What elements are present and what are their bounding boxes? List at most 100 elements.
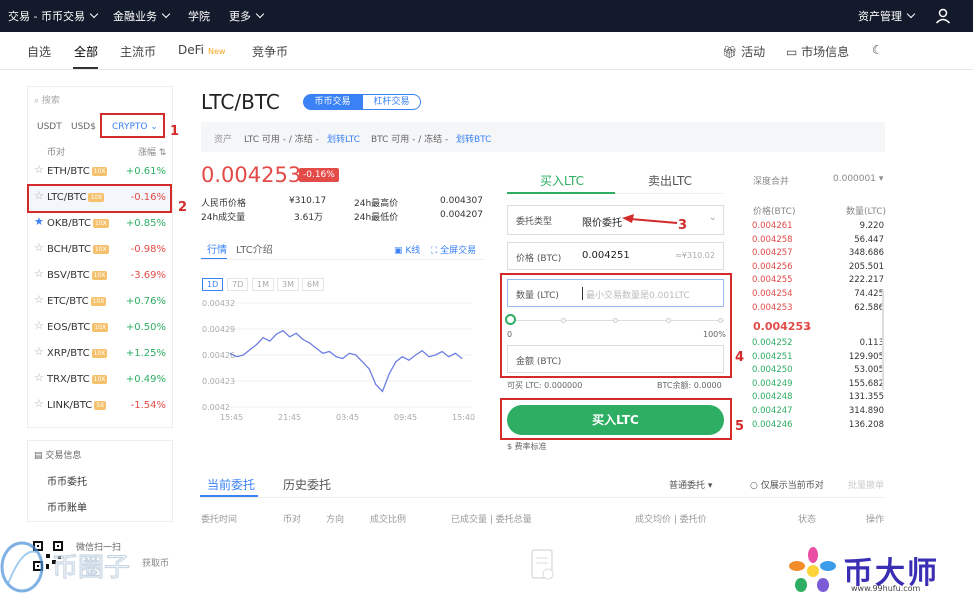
market-info-link[interactable]: ▭ 市场信息 — [786, 43, 849, 60]
asset-bar: 资产 LTC 可用 - / 冻结 - 划转LTC BTC 可用 - / 冻结 -… — [201, 122, 885, 152]
tab-usdt[interactable]: USDT — [37, 122, 62, 132]
book-quantity: 129.905 — [848, 351, 884, 362]
pair-title: LTC/BTC — [201, 90, 280, 114]
bid-row[interactable]: 0.004251 129.905 — [752, 352, 884, 365]
bid-row[interactable]: 0.004246 136.208 — [752, 420, 884, 433]
ask-row[interactable]: 0.004261 9.220 — [752, 221, 884, 234]
pair-row[interactable]: ☆ ETC/BTC 10X +0.76% — [28, 289, 172, 315]
dark-mode-icon[interactable]: ☾ — [872, 43, 883, 57]
high-value: 0.004307 — [440, 196, 483, 206]
nav-academy-link[interactable]: 学院 — [188, 8, 210, 24]
nav-trade-menu[interactable]: 交易 - 币币交易 — [8, 8, 99, 24]
tab-sell-ltc[interactable]: 卖出LTC — [648, 172, 692, 189]
book-price: 0.004254 — [752, 289, 793, 299]
pair-row[interactable]: ☆ EOS/BTC 10X +0.50% — [28, 315, 172, 341]
ask-row[interactable]: 0.004253 62.586 — [752, 303, 884, 316]
star-icon[interactable]: ☆ — [34, 398, 44, 409]
tab-all[interactable]: 全部 — [74, 43, 98, 60]
nav-finance-menu[interactable]: 金融业务 — [113, 8, 171, 24]
asset-management-menu[interactable]: 资产管理 — [858, 8, 916, 24]
price-point — [229, 352, 231, 354]
ask-row[interactable]: 0.004255 222.217 — [752, 275, 884, 288]
tab-usd[interactable]: USD$ — [71, 122, 96, 132]
spot-bills-link[interactable]: 币币账单 — [47, 499, 87, 514]
fullscreen-trade-link[interactable]: ⛶ 全屏交易 — [431, 243, 476, 256]
order-type-filter[interactable]: 普通委托 ▾ — [669, 478, 712, 491]
range-button-6m[interactable]: 6M — [302, 278, 324, 291]
annotation-box-4 — [500, 273, 732, 378]
annotation-label-2: 2 — [178, 200, 188, 215]
transfer-ltc-link[interactable]: 划转LTC — [327, 132, 360, 145]
tab-favorites[interactable]: 自选 — [27, 43, 51, 60]
star-icon[interactable]: ☆ — [34, 242, 44, 253]
ask-row[interactable]: 0.004258 56.447 — [752, 235, 884, 248]
tab-defi[interactable]: DeFi New — [178, 43, 225, 57]
ask-row[interactable]: 0.004254 74.425 — [752, 289, 884, 302]
price-point — [282, 330, 284, 332]
star-icon[interactable]: ☆ — [34, 164, 44, 175]
star-filled-icon[interactable]: ★ — [34, 216, 44, 227]
fee-standard-link[interactable]: $ 费率标准 — [507, 441, 547, 452]
market-category-tabs: 自选 全部 主流币 DeFi New 竞争币 🎁︎ 活动 ▭ 市场信息 ☾ — [0, 32, 973, 70]
pair-change: -3.69% — [130, 270, 166, 281]
tab-history-orders[interactable]: 历史委托 — [283, 476, 331, 493]
bid-row[interactable]: 0.004250 53.005 — [752, 365, 884, 378]
batch-cancel-button[interactable]: 批量撤单 — [848, 478, 884, 491]
bid-row[interactable]: 0.004249 155.682 — [752, 379, 884, 392]
ask-row[interactable]: 0.004257 348.686 — [752, 248, 884, 261]
range-button-1m[interactable]: 1M — [252, 278, 274, 291]
activity-link[interactable]: 🎁︎ 活动 — [722, 43, 765, 60]
nav-more-menu[interactable]: 更多 — [229, 8, 265, 24]
order-type-select[interactable]: 委托类型 限价委托 ⌄ — [507, 205, 724, 235]
transfer-btc-link[interactable]: 划转BTC — [456, 132, 491, 145]
star-icon[interactable]: ☆ — [34, 372, 44, 383]
pair-row[interactable]: ☆ TRX/BTC 10X +0.49% — [28, 367, 172, 393]
tab-current-orders[interactable]: 当前委托 — [207, 476, 255, 493]
ask-row[interactable]: 0.004256 205.501 — [752, 262, 884, 275]
price-input[interactable]: 价格 (BTC) 0.004251 ≈¥310.02 — [507, 242, 724, 270]
bid-row[interactable]: 0.004252 0.113 — [752, 338, 884, 351]
user-icon[interactable] — [935, 8, 951, 24]
ltc-balance: LTC 可用 - / 冻结 - — [244, 135, 319, 145]
star-icon[interactable]: ☆ — [34, 320, 44, 331]
spot-orders-link[interactable]: 币币委托 — [47, 473, 87, 488]
orderbook-scrollbar[interactable] — [882, 290, 884, 390]
pair-row[interactable]: ☆ ETH/BTC 10X +0.61% — [28, 159, 172, 185]
pair-row[interactable]: ★ OKB/BTC 10X +0.85% — [28, 211, 172, 237]
col-qty-header: 数量(LTC) — [846, 207, 887, 217]
pair-row[interactable]: ☆ XRP/BTC 10X +1.25% — [28, 341, 172, 367]
pair-symbol: ETC/BTC — [47, 296, 89, 307]
top-navigation-bar: 交易 - 币币交易 金融业务 学院 更多 资产管理 — [0, 0, 973, 32]
pair-row[interactable]: ☆ BCH/BTC 10X -0.98% — [28, 237, 172, 263]
book-quantity: 74.425 — [854, 289, 884, 299]
col-change-header[interactable]: 涨幅 ⇅ — [138, 145, 166, 158]
tab-market-chart[interactable]: 行情 — [207, 241, 227, 256]
star-icon[interactable]: ☆ — [34, 294, 44, 305]
star-icon[interactable]: ☆ — [34, 346, 44, 357]
range-button-3m[interactable]: 3M — [277, 278, 299, 291]
leverage-badge: 10X — [93, 218, 109, 228]
pair-row[interactable]: ☆ LINK/BTC 5X -1.54% — [28, 393, 172, 419]
bid-row[interactable]: 0.004247 314.890 — [752, 406, 884, 419]
price-point — [289, 336, 291, 338]
tab-buy-ltc[interactable]: 买入LTC — [540, 172, 584, 189]
pair-symbol: OKB/BTC — [47, 218, 92, 229]
range-button-7d[interactable]: 7D — [227, 278, 249, 291]
tab-mainstream[interactable]: 主流币 — [120, 43, 156, 60]
tab-margin-trading[interactable]: 杠杆交易 — [362, 94, 421, 110]
only-current-pair-checkbox[interactable]: ○ 仅展示当前币对 — [750, 478, 824, 491]
flower-logo-icon — [789, 547, 836, 592]
pair-row[interactable]: ☆ BSV/BTC 10X -3.69% — [28, 263, 172, 289]
range-button-1d[interactable]: 1D — [202, 278, 224, 291]
depth-merge-select[interactable]: 0.000001 ▾ — [833, 174, 883, 184]
star-icon[interactable]: ☆ — [34, 268, 44, 279]
price-point — [441, 351, 443, 352]
book-quantity: 348.686 — [848, 248, 884, 259]
price-point — [375, 384, 377, 385]
search-input[interactable]: ⌕ 搜索 — [34, 93, 60, 106]
kline-link[interactable]: ▣ K线 — [394, 243, 420, 256]
bid-row[interactable]: 0.004248 131.355 — [752, 392, 884, 405]
tab-competing-coins[interactable]: 竞争币 — [252, 43, 288, 60]
tab-ltc-intro[interactable]: LTC介绍 — [236, 241, 273, 256]
tab-spot-trading[interactable]: 币币交易 — [303, 94, 362, 110]
